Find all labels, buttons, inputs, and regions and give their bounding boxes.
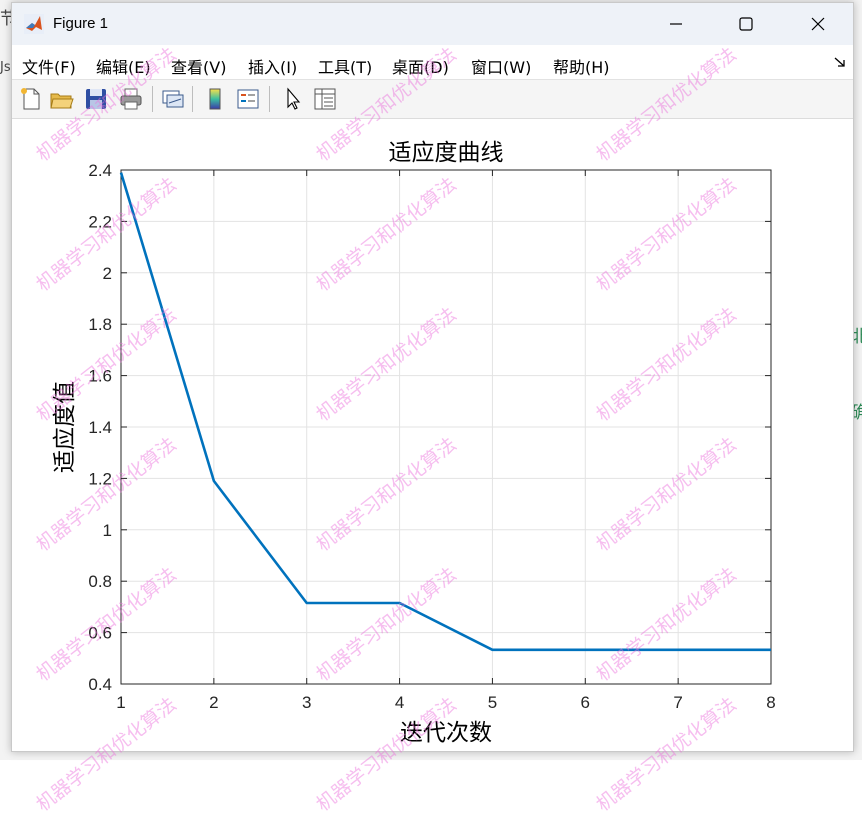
toolbar-separator xyxy=(152,86,153,112)
new-figure-icon[interactable] xyxy=(18,86,44,112)
y-tick-label: 0.4 xyxy=(88,675,112,694)
x-tick-label: 6 xyxy=(581,693,590,712)
open-file-icon[interactable] xyxy=(49,86,75,112)
toolbar-separator xyxy=(192,86,193,112)
menu-help[interactable]: 帮助(H) xyxy=(553,54,610,78)
title-bar[interactable]: Figure 1 xyxy=(12,3,853,45)
maximize-icon xyxy=(739,17,753,31)
menu-window[interactable]: 窗口(W) xyxy=(471,54,531,78)
y-tick-label: 1.4 xyxy=(88,418,112,437)
y-tick-label: 1.8 xyxy=(88,315,112,334)
minimize-button[interactable] xyxy=(641,3,711,45)
window-title: Figure 1 xyxy=(53,15,109,32)
save-icon[interactable] xyxy=(83,86,109,112)
fitness-line-chart[interactable]: 1 2 3 4 5 6 7 8 0.4 0.6 0.8 1 1.2 1.4 1.6 1.8 2 2.2 2.4 适应度… xyxy=(12,119,853,751)
menu-bar: 文件(F) 编辑(E) 查看(V) 插入(I) 工具(T) 桌面(D) 窗口(W… xyxy=(12,45,853,80)
dock-arrow-icon[interactable] xyxy=(833,55,847,69)
insert-colorbar-icon[interactable] xyxy=(202,86,228,112)
x-tick-label: 8 xyxy=(766,693,775,712)
menu-file[interactable]: 文件(F) xyxy=(22,54,76,78)
y-tick-label: 2.4 xyxy=(88,161,112,180)
property-inspector-icon[interactable] xyxy=(312,86,338,112)
figure-toolbar xyxy=(12,80,853,119)
menu-tools[interactable]: 工具(T) xyxy=(318,54,372,78)
y-tick-label: 0.8 xyxy=(88,572,112,591)
x-axis-label: 迭代次数 xyxy=(400,720,492,746)
maximize-button[interactable] xyxy=(711,3,781,45)
edit-plot-cursor-icon[interactable] xyxy=(280,86,306,112)
figure-window: Figure 1 文件(F) 编辑(E) 查看(V) 插入(I) 工具(T) 桌… xyxy=(11,2,854,752)
menu-edit[interactable]: 编辑(E) xyxy=(96,54,151,78)
y-tick-label: 0.6 xyxy=(88,624,112,643)
y-tick-label: 2 xyxy=(103,264,112,283)
x-tick-label: 3 xyxy=(302,693,311,712)
x-tick-label: 1 xyxy=(116,693,125,712)
insert-legend-icon[interactable] xyxy=(235,86,261,112)
menu-insert[interactable]: 插入(I) xyxy=(248,54,297,78)
background-text: Js xyxy=(0,60,11,75)
chart-title: 适应度曲线 xyxy=(389,140,504,166)
x-tick-label: 5 xyxy=(488,693,497,712)
x-tick-label: 4 xyxy=(395,693,404,712)
close-icon xyxy=(811,17,825,31)
print-icon[interactable] xyxy=(118,86,144,112)
menu-desktop[interactable]: 桌面(D) xyxy=(392,54,449,78)
x-tick-label: 2 xyxy=(209,693,218,712)
close-button[interactable] xyxy=(783,3,853,45)
x-tick-label: 7 xyxy=(673,693,682,712)
matlab-logo-icon xyxy=(24,14,44,34)
y-tick-label: 2.2 xyxy=(88,212,112,231)
y-tick-label: 1 xyxy=(103,521,112,540)
menu-view[interactable]: 查看(V) xyxy=(171,54,226,78)
link-plot-icon[interactable] xyxy=(160,86,186,112)
y-axis-label: 适应度值 xyxy=(52,381,78,473)
plot-area: 1 2 3 4 5 6 7 8 0.4 0.6 0.8 1 1.2 1.4 1.6 1.8 2 2.2 2.4 适应度… xyxy=(12,119,853,751)
minimize-icon xyxy=(670,23,682,25)
y-tick-label: 1.6 xyxy=(88,367,112,386)
toolbar-separator xyxy=(269,86,270,112)
y-tick-label: 1.2 xyxy=(88,469,112,488)
